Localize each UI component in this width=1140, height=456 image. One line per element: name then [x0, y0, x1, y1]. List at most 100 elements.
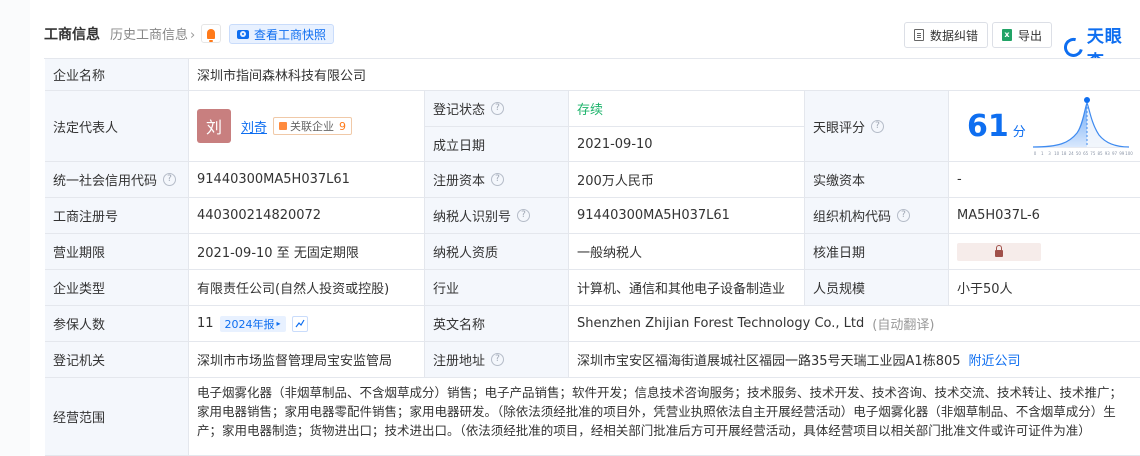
nearby-companies-link[interactable]: 附近公司	[969, 350, 1021, 369]
report-error-button[interactable]: 数据纠错	[904, 22, 989, 48]
approval-date-value[interactable]	[949, 234, 1140, 270]
avatar: 刘	[197, 109, 231, 143]
taxpayer-id-label: 纳税人识别号	[433, 210, 512, 225]
legal-rep-link[interactable]: 刘奇	[241, 117, 267, 136]
founded-label: 成立日期	[425, 127, 569, 162]
auto-translate-note: (自动翻译)	[872, 318, 935, 333]
credit-code-value: 91440300MA5H037L61	[189, 162, 425, 198]
founded-value: 2021-09-10	[569, 127, 805, 162]
logo-mark-icon	[1060, 34, 1087, 60]
related-label: 关联企业	[290, 120, 335, 133]
english-name-cell: Shenzhen Zhijian Forest Technology Co., …	[569, 306, 1140, 342]
export-button[interactable]: x 导出	[992, 22, 1053, 48]
taxpayer-type-label: 纳税人资质	[425, 234, 569, 270]
reg-status-value: 存续	[569, 91, 805, 127]
authority-label: 登记机关	[45, 342, 189, 378]
score-axis-tick-label: 0	[1034, 151, 1037, 156]
authority-value: 深圳市市场监督管理局宝安监管局	[189, 342, 425, 378]
taxpayer-type-value: 一般纳税人	[569, 234, 805, 270]
reg-status-label: 登记状态	[433, 103, 486, 118]
org-code-value: MA5H037L-6	[949, 198, 1140, 234]
english-name-label: 英文名称	[425, 306, 569, 342]
score-unit: 分	[1012, 124, 1026, 140]
business-info-panel: 工商信息 历史工商信息› 查看工商快照 数据纠错 x导出 天眼查 企业名称 深圳…	[30, 0, 1140, 456]
table-row: 工商注册号 440300214820072 纳税人识别号? 91440300MA…	[45, 198, 1140, 234]
document-edit-icon	[914, 29, 924, 41]
score-axis-tick-label: 1	[1041, 151, 1044, 156]
address-value: 深圳市宝安区福海街道展城社区福园一路35号天瑞工业园A1栋805	[577, 354, 961, 369]
help-icon[interactable]: ?	[871, 119, 885, 133]
help-icon[interactable]: ?	[491, 353, 505, 366]
score-axis-tick-label: 100	[1125, 151, 1133, 156]
help-icon[interactable]: ?	[491, 102, 505, 115]
paid-capital-value: -	[949, 162, 1140, 198]
score-distribution-chart: 0 1 3 10 18 24 50 65 75 85 93 97 99 100	[1032, 97, 1133, 156]
help-icon[interactable]: ?	[163, 173, 177, 186]
score-axis-tick-label: 50	[1076, 151, 1082, 156]
score-label-cell: 天眼评分?	[805, 91, 949, 162]
term-value: 2021-09-10 至 无固定期限	[189, 234, 425, 270]
left-gutter	[0, 0, 30, 456]
report-error-label: 数据纠错	[930, 28, 979, 43]
insured-year-label: 2024年报	[224, 317, 275, 331]
reg-no-label: 工商注册号	[45, 198, 189, 234]
table-row: 登记机关 深圳市市场监督管理局宝安监管局 注册地址? 深圳市宝安区福海街道展城社…	[45, 342, 1140, 378]
reg-status-label-cell: 登记状态?	[425, 91, 569, 127]
insured-cell: 11 2024年报 ▸	[189, 306, 425, 342]
snapshot-button[interactable]: 查看工商快照	[229, 24, 335, 44]
lock-icon	[995, 244, 1003, 257]
table-row: 企业名称 深圳市指间森林科技有限公司	[45, 59, 1140, 91]
related-count: 9	[339, 119, 347, 133]
credit-code-label-cell: 统一社会信用代码?	[45, 162, 189, 198]
reg-capital-label: 注册资本	[433, 174, 486, 189]
table-row: 统一社会信用代码? 91440300MA5H037L61 注册资本? 200万人…	[45, 162, 1140, 198]
bell-icon	[207, 28, 215, 42]
company-type-value: 有限责任公司(自然人投资或控股)	[189, 270, 425, 306]
help-icon[interactable]: ?	[897, 209, 911, 222]
score-axis-tick-label: 24	[1069, 151, 1075, 156]
scope-label: 经营范围	[45, 378, 189, 456]
paid-capital-label: 实缴资本	[805, 162, 949, 198]
industry-label: 行业	[425, 270, 569, 306]
org-code-label-cell: 组织机构代码?	[805, 198, 949, 234]
score-label: 天眼评分	[813, 120, 866, 136]
chevron-right-icon: ›	[190, 28, 196, 43]
help-icon[interactable]: ?	[517, 209, 531, 222]
legal-rep-cell: 刘 刘奇 关联企业 9	[189, 91, 425, 162]
score-axis-tick-label: 10	[1054, 151, 1060, 156]
vip-locked-badge[interactable]	[957, 242, 1041, 261]
excel-icon: x	[1002, 29, 1012, 41]
trend-chart-button[interactable]	[291, 315, 308, 332]
export-label: 导出	[1018, 28, 1043, 43]
staff-size-value: 小于50人	[949, 270, 1140, 306]
address-cell: 深圳市宝安区福海街道展城社区福园一路35号天瑞工业园A1栋805 附近公司	[569, 342, 1140, 378]
address-label: 注册地址	[433, 354, 486, 369]
related-icon	[279, 122, 288, 130]
term-label: 营业期限	[45, 234, 189, 270]
related-companies-tag[interactable]: 关联企业 9	[273, 117, 353, 135]
line-chart-icon	[295, 319, 305, 327]
score-axis-tick-label: 65	[1083, 151, 1089, 156]
taxpayer-id-label-cell: 纳税人识别号?	[425, 198, 569, 234]
insured-label: 参保人数	[45, 306, 189, 342]
insured-year-dropdown[interactable]: 2024年报 ▸	[219, 315, 286, 332]
notify-button[interactable]	[201, 24, 221, 43]
camera-icon	[237, 29, 249, 39]
snapshot-label: 查看工商快照	[254, 27, 327, 42]
section-title: 工商信息	[44, 27, 100, 43]
reg-capital-label-cell: 注册资本?	[425, 162, 569, 198]
history-link[interactable]: 历史工商信息 ›	[110, 24, 195, 43]
staff-size-label: 人员规模	[805, 270, 949, 306]
panel-header: 工商信息 历史工商信息› 查看工商快照 数据纠错 x导出 天眼查	[30, 0, 1140, 72]
industry-value: 计算机、通信和其他电子设备制造业	[569, 270, 805, 306]
help-icon[interactable]: ?	[491, 173, 505, 186]
score-cell[interactable]: 61 分 0 1 3 10 18 24 50 65 75 85 93 97 99 1	[949, 91, 1140, 162]
credit-code-label: 统一社会信用代码	[53, 174, 158, 189]
english-name-value: Shenzhen Zhijian Forest Technology Co., …	[577, 316, 865, 331]
table-row: 营业期限 2021-09-10 至 无固定期限 纳税人资质 一般纳税人 核准日期	[45, 234, 1140, 270]
score-axis-tick-label: 85	[1098, 151, 1104, 156]
reg-capital-value: 200万人民币	[569, 162, 805, 198]
score-axis-tick-label: 3	[1048, 151, 1051, 156]
insured-value: 11	[197, 316, 214, 331]
scope-value: 电子烟雾化器（非烟草制品、不含烟草成分）销售；电子产品销售；软件开发；信息技术咨…	[189, 378, 1140, 456]
